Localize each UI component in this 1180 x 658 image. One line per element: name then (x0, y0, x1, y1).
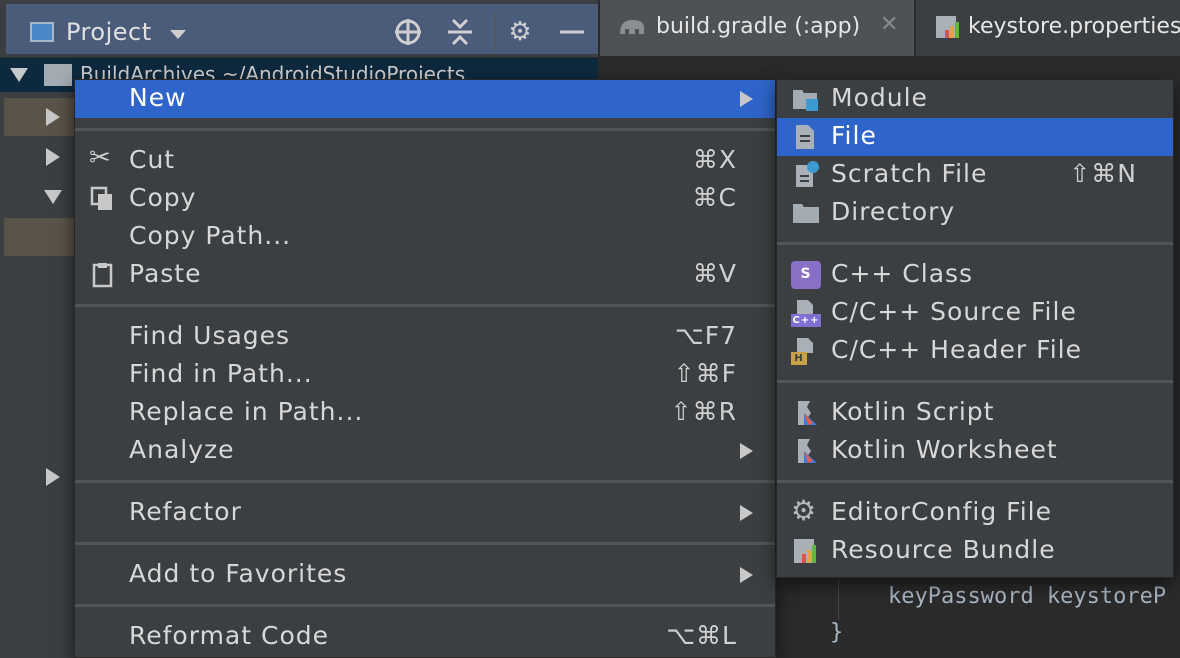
menu-separator (75, 542, 775, 545)
kotlin-script-icon (791, 399, 821, 427)
menu-separator (75, 128, 775, 131)
menu-separator (75, 480, 775, 483)
menu-item-copy[interactable]: Copy ⌘C (75, 180, 775, 218)
clipboard-icon (89, 261, 119, 289)
tab-label: keystore.properties (968, 14, 1180, 39)
expand-arrow-icon[interactable] (10, 68, 28, 82)
submenu-item-kotlin-worksheet[interactable]: Kotlin Worksheet (777, 432, 1173, 470)
minimize-icon[interactable] (554, 14, 590, 50)
menu-item-analyze[interactable]: Analyze (75, 432, 775, 470)
project-view-icon (30, 22, 54, 42)
expand-arrow-icon[interactable] (46, 108, 60, 126)
menu-item-find-usages[interactable]: Find Usages ⌥F7 (75, 318, 775, 356)
menu-separator (75, 604, 775, 607)
expand-arrow-icon[interactable] (46, 148, 60, 166)
resource-bundle-icon (791, 537, 821, 565)
project-panel-title: Project (66, 18, 152, 46)
submenu-item-scratch-file[interactable]: Scratch File ⇧⌘N (777, 156, 1173, 194)
submenu-item-editorconfig-file[interactable]: ⚙ EditorConfig File (777, 494, 1173, 532)
menu-separator (777, 480, 1173, 483)
menu-item-find-in-path[interactable]: Find in Path... ⇧⌘F (75, 356, 775, 394)
tab-keystore-properties[interactable]: keystore.properties (916, 0, 1180, 56)
menu-item-refactor[interactable]: Refactor (75, 494, 775, 532)
menu-separator (777, 380, 1173, 383)
tab-build-gradle[interactable]: build.gradle (:app) ✕ (600, 0, 914, 56)
menu-item-reformat-code[interactable]: Reformat Code ⌥⌘L (75, 618, 775, 656)
submenu-arrow-icon (740, 505, 753, 521)
chevron-down-icon[interactable] (170, 30, 186, 39)
cpp-source-icon: C++ (791, 299, 821, 327)
submenu-arrow-icon (740, 443, 753, 459)
collapse-all-icon[interactable] (442, 14, 478, 50)
kotlin-worksheet-icon (791, 437, 821, 465)
context-menu: New ✂ Cut ⌘X Copy ⌘C Copy Path... Paste … (74, 79, 776, 658)
file-icon (791, 123, 821, 151)
tree-row-highlight (4, 218, 84, 256)
toolbar-separator (494, 14, 496, 50)
cpp-class-icon: S (791, 261, 821, 289)
expand-arrow-icon[interactable] (46, 468, 60, 486)
gradle-elephant-icon (618, 14, 646, 40)
code-line: keyPassword keystoreP (888, 584, 1167, 609)
menu-item-replace-in-path[interactable]: Replace in Path... ⇧⌘R (75, 394, 775, 432)
code-line: } (830, 620, 844, 645)
properties-file-icon (934, 14, 962, 40)
project-folder-icon (44, 64, 72, 86)
cpp-header-icon: H (791, 337, 821, 365)
submenu-arrow-icon (740, 567, 753, 583)
new-submenu: Module File Scratch File ⇧⌘N Directory S… (776, 79, 1174, 578)
submenu-item-cpp-source-file[interactable]: C++ C/C++ Source File (777, 294, 1173, 332)
collapse-arrow-icon[interactable] (44, 190, 62, 204)
menu-item-new[interactable]: New (75, 80, 775, 118)
menu-item-copy-path[interactable]: Copy Path... (75, 218, 775, 256)
tab-label: build.gradle (:app) (656, 14, 861, 39)
submenu-item-resource-bundle[interactable]: Resource Bundle (777, 532, 1173, 570)
menu-item-cut[interactable]: ✂ Cut ⌘X (75, 142, 775, 180)
project-view-selector[interactable]: Project ⚙ (6, 4, 598, 54)
menu-separator (75, 304, 775, 307)
tree-row-highlight (4, 98, 84, 136)
close-tab-icon[interactable]: ✕ (880, 12, 898, 37)
submenu-item-directory[interactable]: Directory (777, 194, 1173, 232)
submenu-item-cpp-header-file[interactable]: H C/C++ Header File (777, 332, 1173, 370)
module-folder-icon (791, 85, 821, 113)
gear-icon[interactable]: ⚙ (502, 14, 538, 50)
submenu-item-module[interactable]: Module (777, 80, 1173, 118)
submenu-item-cpp-class[interactable]: S C++ Class (777, 256, 1173, 294)
submenu-arrow-icon (740, 91, 753, 107)
scratch-file-icon (791, 161, 821, 189)
submenu-item-kotlin-script[interactable]: Kotlin Script (777, 394, 1173, 432)
scissors-icon: ✂ (89, 143, 112, 173)
menu-item-paste[interactable]: Paste ⌘V (75, 256, 775, 294)
project-toolwindow-header: Project ⚙ (0, 0, 598, 58)
submenu-item-file[interactable]: File (777, 118, 1173, 156)
menu-item-add-to-favorites[interactable]: Add to Favorites (75, 556, 775, 594)
menu-separator (777, 242, 1173, 245)
gear-icon: ⚙ (791, 494, 818, 527)
copy-icon (89, 185, 119, 213)
folder-icon (791, 199, 821, 227)
locate-file-icon[interactable] (390, 14, 426, 50)
